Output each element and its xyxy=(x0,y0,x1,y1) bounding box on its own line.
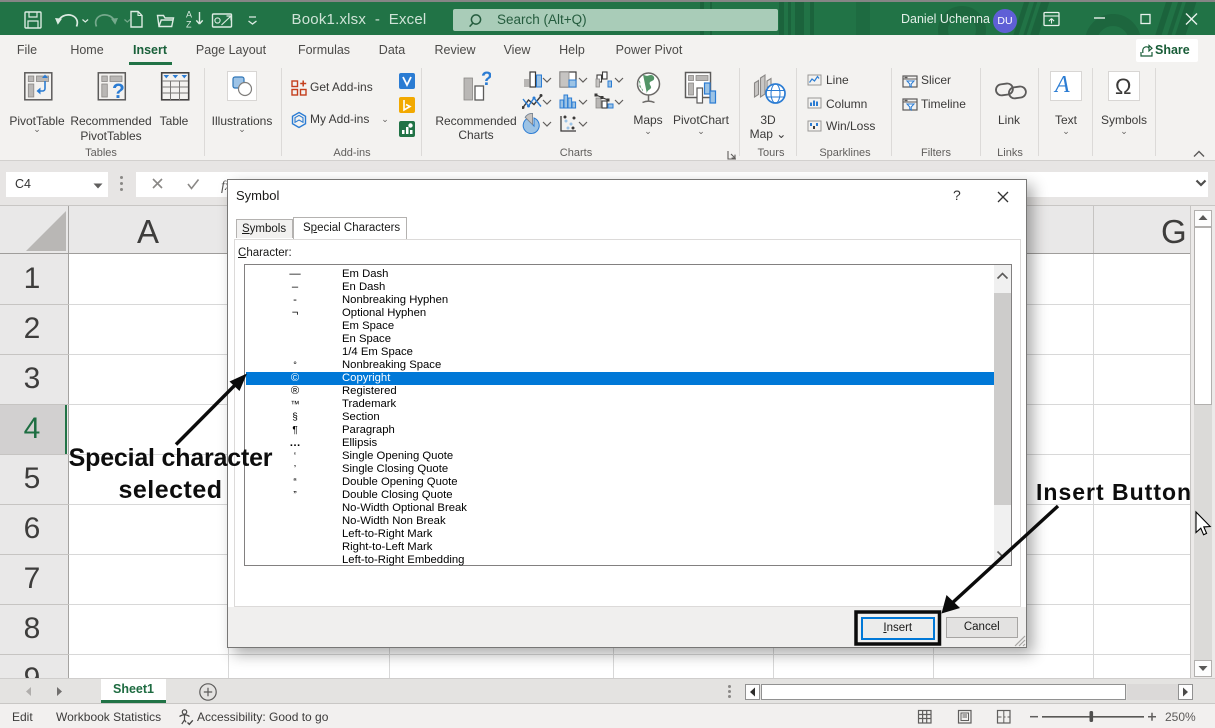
svg-text:?: ? xyxy=(112,80,125,103)
svg-text:Z: Z xyxy=(186,20,192,30)
svg-text:?: ? xyxy=(481,71,491,90)
svg-text:A: A xyxy=(186,10,192,20)
